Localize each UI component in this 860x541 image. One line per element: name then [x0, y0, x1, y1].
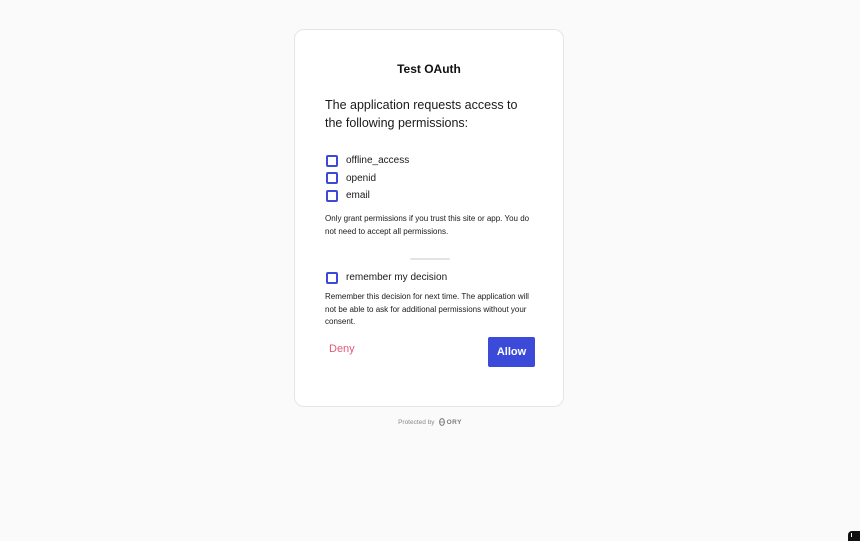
deny-button[interactable]: Deny: [329, 343, 355, 355]
checkbox-openid[interactable]: [326, 172, 338, 185]
checkbox-offline-access[interactable]: [326, 154, 338, 167]
divider: [410, 258, 450, 260]
remember-decision[interactable]: remember my decision: [326, 269, 447, 287]
protected-by-text: Protected by: [398, 418, 435, 426]
footer: Protected by ORY: [0, 418, 860, 426]
permission-openid[interactable]: openid: [326, 170, 409, 188]
permission-label: openid: [346, 172, 377, 184]
permission-label: email: [346, 190, 370, 202]
app-title: Test OAuth: [397, 62, 461, 76]
allow-button[interactable]: Allow: [488, 337, 535, 367]
checkbox-remember[interactable]: [326, 271, 338, 284]
remember-note: Remember this decision for next time. Th…: [325, 292, 529, 327]
permission-list: offline_access openid email: [326, 152, 409, 205]
consent-prompt: The application requests access to the f…: [325, 98, 518, 130]
permission-email[interactable]: email: [326, 187, 409, 205]
checkbox-email[interactable]: [326, 189, 338, 202]
consent-card: Test OAuth The application requests acce…: [294, 29, 564, 407]
grant-note: Only grant permissions if you trust this…: [325, 214, 530, 236]
remember-label: remember my decision: [346, 272, 448, 284]
permission-label: offline_access: [346, 155, 410, 167]
ory-logo-icon: [438, 418, 445, 426]
corner-widget[interactable]: [848, 531, 860, 541]
permission-offline-access[interactable]: offline_access: [326, 152, 409, 170]
ory-brand: ORY: [446, 418, 462, 426]
corner-widget-icon: [851, 533, 855, 537]
